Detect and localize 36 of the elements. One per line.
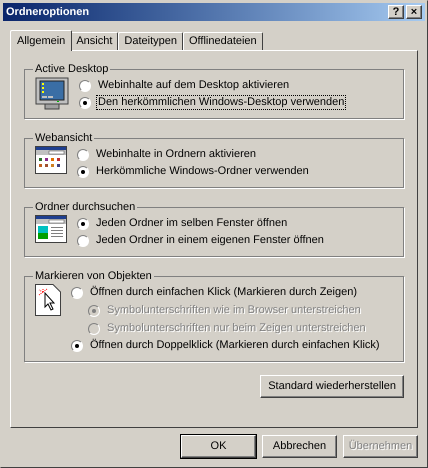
group-title: Active Desktop: [34, 63, 110, 76]
window-title: Ordneroptionen: [6, 4, 90, 20]
option-label: Webinhalte auf dem Desktop aktivieren: [97, 78, 290, 93]
option-label: Den herkömmlichen Windows-Desktop verwenden: [96, 95, 346, 110]
group-title: Webansicht: [34, 132, 94, 145]
close-button[interactable]: ×: [406, 5, 422, 19]
window-icon: [35, 215, 67, 243]
radio-button[interactable]: [79, 80, 91, 92]
cursor-page-icon: [35, 284, 61, 316]
option-label: Öffnen durch Doppelklick (Markieren durch einfachen Klick): [89, 338, 381, 353]
option-label: Jeden Ordner im selben Fenster öffnen: [95, 216, 288, 231]
tab[interactable]: Offlinedateien: [182, 32, 263, 50]
option-label: Öffnen durch einfachen Klick (Markieren durch Zeigen): [89, 285, 358, 300]
radio-button[interactable]: [71, 340, 83, 352]
tab[interactable]: Ansicht: [70, 32, 118, 50]
radio-button[interactable]: [79, 96, 91, 108]
option-label: Webinhalte in Ordnern aktivieren: [95, 147, 257, 162]
option-label: Symbolunterschriften nur beim Zeigen unterstreichen: [106, 321, 367, 336]
dialog-button[interactable]: Abbrechen: [262, 435, 337, 458]
option-label: Jeden Ordner in einem eigenen Fenster öffnen: [95, 233, 325, 248]
radio-button[interactable]: [77, 218, 89, 230]
dialog-button[interactable]: OK: [181, 435, 256, 458]
restore-defaults-button[interactable]: Standard wiederherstellen: [260, 375, 404, 398]
group-title: Ordner durchsuchen: [34, 201, 136, 214]
tab[interactable]: Allgemein: [10, 30, 72, 51]
radio-button[interactable]: [77, 148, 89, 160]
group-title: Markieren von Objekten: [34, 270, 153, 283]
radio-button[interactable]: [77, 234, 89, 246]
tab[interactable]: Dateitypen: [118, 32, 183, 50]
window-icon: [35, 146, 67, 174]
monitor-icon: [35, 77, 69, 111]
radio-button[interactable]: [71, 286, 83, 298]
option-label: Symbolunterschriften wie im Browser unterstreichen: [106, 303, 362, 318]
option-label: Herkömmliche Windows-Ordner verwenden: [95, 164, 310, 179]
help-button[interactable]: ?: [388, 5, 404, 19]
radio-button[interactable]: [77, 166, 89, 178]
